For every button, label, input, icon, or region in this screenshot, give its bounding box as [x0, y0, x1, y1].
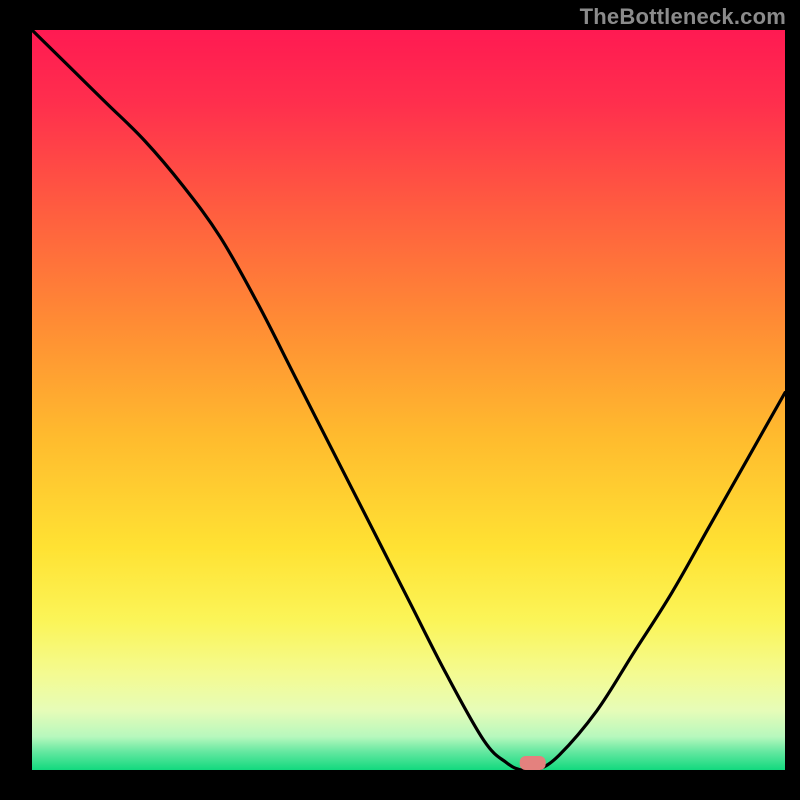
chart-frame: TheBottleneck.com — [0, 0, 800, 800]
watermark-text: TheBottleneck.com — [580, 4, 786, 30]
valley-marker — [520, 756, 546, 770]
bottleneck-chart — [0, 0, 800, 800]
